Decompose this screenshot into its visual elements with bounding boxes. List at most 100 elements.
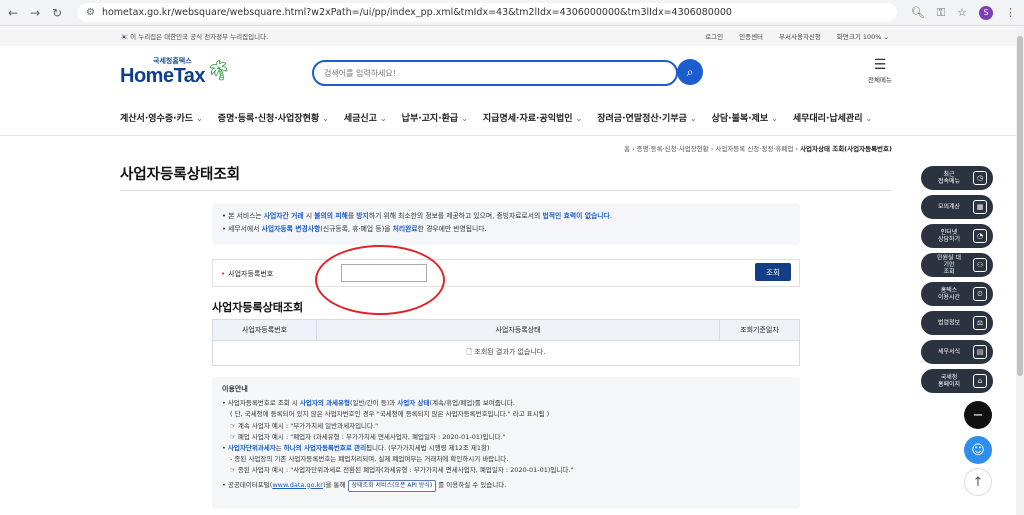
page-scrollbar[interactable] — [1016, 26, 1024, 515]
calculator-icon: ▦ — [973, 200, 987, 214]
data-portal-link[interactable]: www.data.go.kr — [272, 481, 323, 489]
breadcrumb-path[interactable]: 홈 › 증명·등록·신청·사업장현황 › 사업자등록 신청·정정·휴폐업 › — [624, 145, 800, 153]
biz-number-input[interactable] — [341, 264, 427, 282]
gnb-certificate[interactable]: 증명·등록·신청·사업장현황 ⌄ — [218, 111, 329, 124]
address-bar[interactable]: ⚙ hometax.go.kr/websquare/websquare.html… — [78, 3, 897, 22]
quick-tax-forms[interactable]: 세무서식 ▤ — [921, 340, 993, 364]
gnb-statement[interactable]: 지급명세·자료·공익법인 ⌄ — [483, 111, 582, 124]
hometax-logo[interactable]: 국세청홈택스 HomeTax 🌴︎ — [120, 56, 232, 90]
people-icon: ⚇ — [973, 258, 987, 272]
quick-nts-home[interactable]: 국세청 홈페이지 ⌂ — [921, 369, 993, 393]
gnb-incentive[interactable]: 장려금·연말정산·기부금 ⌄ — [597, 111, 696, 124]
browser-nav: ← → ↻ — [8, 6, 78, 20]
back-icon[interactable]: ← — [8, 6, 18, 20]
all-menu-label: 전체메뉴 — [868, 76, 892, 84]
quick-label: 인터넷 상담하기 — [937, 229, 961, 243]
search-input[interactable] — [324, 68, 654, 78]
utility-strip: 🇰🇷 이 누리집은 대한민국 공식 전자정부 누리집입니다. 로그인 인증센터 … — [0, 26, 1024, 46]
palm-tree-icon: 🌴︎ — [206, 58, 232, 82]
all-menu-button[interactable]: ☰ 전체메뉴 — [860, 58, 900, 84]
table-row: 🗋 조회된 결과가 없습니다. — [212, 340, 800, 366]
search-box — [312, 60, 678, 86]
profile-avatar[interactable]: S — [979, 5, 993, 20]
browser-actions: 🔍︎ ⚿ ☆ S ⋮ — [911, 5, 1016, 20]
empty-result: 🗋 조회된 결과가 없습니다. — [212, 340, 800, 366]
gnb-label: 장려금·연말정산·기부금 — [597, 114, 687, 124]
table-header-row: 사업자등록번호 사업자등록상태 조회기준일자 — [212, 319, 800, 341]
gnb-tax-report[interactable]: 세금신고 ⌄ — [344, 111, 387, 124]
biz-number-label: • 사업자등록번호 — [221, 269, 273, 279]
guide-heading: 이용안내 — [222, 385, 248, 393]
arrow-up-icon: ↑ — [972, 474, 984, 490]
notice-line-1: • 본 서비스는 사업자간 거래 시 불의의 피해를 방지하기 위해 최소한의 … — [222, 212, 612, 220]
quick-waiting-query[interactable]: 민원실 대기인 조회 ⚇ — [921, 253, 993, 277]
quick-recent-menu[interactable]: 최근 접속메뉴 ◷ — [921, 166, 993, 190]
query-form: • 사업자등록번호 조회 — [212, 259, 800, 287]
t: 한 경우에만 반영됩니다. — [417, 225, 487, 233]
chevron-down-icon: ⌄ — [575, 114, 583, 123]
col-biz-status: 사업자등록상태 — [316, 319, 720, 341]
clock-icon: ◷ — [973, 171, 987, 185]
search-button[interactable]: ⌕ — [677, 59, 703, 85]
quick-law-info[interactable]: 법령정보 ⚖ — [921, 311, 993, 335]
building-icon: ⌂ — [973, 374, 987, 388]
gnb-label: 증명·등록·신청·사업장현황 — [217, 114, 320, 124]
breadcrumb-current: 사업자상태 조회(사업자등록번호) — [800, 145, 892, 153]
reload-icon[interactable]: ↻ — [52, 6, 62, 20]
t: 시 — [303, 212, 315, 220]
t: 사업자간 거래 — [263, 212, 304, 220]
quick-menu: 최근 접속메뉴 ◷ 모의계산 ▦ 인터넷 상담하기 ◔ 민원실 대기인 조회 ⚇ 홈택스… — [921, 166, 993, 398]
browser-menu-icon[interactable]: ⋮ — [1005, 6, 1016, 19]
t: 하나의 사업자등록번호로 관리 — [283, 444, 367, 453]
quick-label: 세무서식 — [937, 348, 961, 356]
t: (신규등록, 휴·폐업 등)을 — [320, 225, 393, 233]
open-api-button[interactable]: 상태조회 서비스(오픈 API 방식) — [347, 479, 437, 492]
guide-line: ( 단, 국세청에 등록되어 있지 않은 사업자번호인 경우 "국세청에 등록되… — [230, 410, 550, 419]
login-link[interactable]: 로그인 — [705, 31, 723, 41]
query-button[interactable]: 조회 — [755, 263, 791, 281]
usage-guide: 이용안내 • 사업자등록번호로 조회 시 사업자의 과세유형(일반/간이 등)과… — [212, 377, 800, 509]
scroll-top-button[interactable]: ↑ — [964, 468, 992, 496]
gov-notice-text: 이 누리집은 대한민국 공식 전자정부 누리집입니다. — [130, 33, 269, 41]
logo-name: HomeTax — [120, 65, 206, 87]
utility-links: 로그인 인증센터 부서사용자신청 화면크기 100% ⌄ — [705, 31, 889, 41]
guide-line: - 종된 사업장의 기존 사업자등록번호는 폐업처리되며, 실제 폐업여부는 거… — [230, 455, 509, 464]
chevron-down-icon: ⌄ — [461, 114, 468, 123]
gnb-agent[interactable]: 세무대리·납세관리 ⌄ — [793, 111, 872, 124]
alarm-icon: ⏲ — [973, 287, 987, 301]
gnb-payment[interactable]: 납부·고지·환급 ⌄ — [402, 111, 468, 124]
dept-user-link[interactable]: 부서사용자신청 — [779, 31, 821, 41]
quick-mock-calc[interactable]: 모의계산 ▦ — [921, 195, 993, 219]
biz-number-label-text: 사업자등록번호 — [228, 270, 274, 278]
gnb-invoice[interactable]: 계산서·영수증·카드 ⌄ — [120, 111, 203, 124]
password-key-icon[interactable]: ⚿ — [937, 6, 945, 20]
gnb-consult[interactable]: 상담·불복·제보 ⌄ — [712, 111, 778, 124]
t: 본 서비스는 — [228, 212, 264, 220]
cert-center-link[interactable]: 인증센터 — [739, 31, 763, 41]
t: 불의의 피해 — [314, 212, 348, 220]
chevron-down-icon: ⌄ — [322, 114, 329, 123]
site-info-icon[interactable]: ⚙ — [86, 7, 95, 18]
zoom-icon[interactable]: 🔍︎ — [911, 6, 925, 19]
breadcrumb: 홈 › 증명·등록·신청·사업장현황 › 사업자등록 신청·정정·휴폐업 › 사… — [0, 143, 892, 153]
t: 법적인 효력이 없습니다 — [542, 212, 610, 220]
forward-icon[interactable]: → — [30, 6, 40, 20]
collapse-quick-menu-button[interactable]: − — [964, 401, 992, 429]
t: (일반/간이 등)과 — [350, 399, 398, 408]
scrollbar-thumb[interactable] — [1017, 36, 1023, 376]
guide-line: • 사업자등록번호로 조회 시 사업자의 과세유형(일반/간이 등)과 사업자 … — [222, 399, 515, 408]
quick-online-consult[interactable]: 인터넷 상담하기 ◔ — [921, 224, 993, 248]
guide-line: • 공공데이터포털(www.data.go.kr)을 통해 상태조회 서비스(오… — [222, 479, 790, 492]
browser-toolbar: ← → ↻ ⚙ hometax.go.kr/websquare/websquar… — [0, 0, 1024, 26]
gnb-label: 납부·고지·환급 — [401, 114, 459, 124]
t: 공공데이터포털( — [227, 480, 273, 489]
chatbot-button[interactable]: ☺ — [964, 436, 992, 464]
url-text: hometax.go.kr/websquare/websquare.html?w… — [101, 7, 732, 18]
screen-size-select[interactable]: 화면크기 100% ⌄ — [837, 31, 889, 41]
quick-usage-hours[interactable]: 홈택스 이용시간 ⏲ — [921, 282, 993, 306]
service-notice: • 본 서비스는 사업자간 거래 시 불의의 피해를 방지하기 위해 최소한의 … — [212, 203, 800, 245]
t: 사업자등록번호로 조회 시 — [227, 399, 300, 408]
scale-icon: ⚖ — [973, 316, 987, 330]
chevron-down-icon: ⌄ — [865, 114, 873, 123]
bookmark-star-icon[interactable]: ☆ — [957, 6, 967, 19]
